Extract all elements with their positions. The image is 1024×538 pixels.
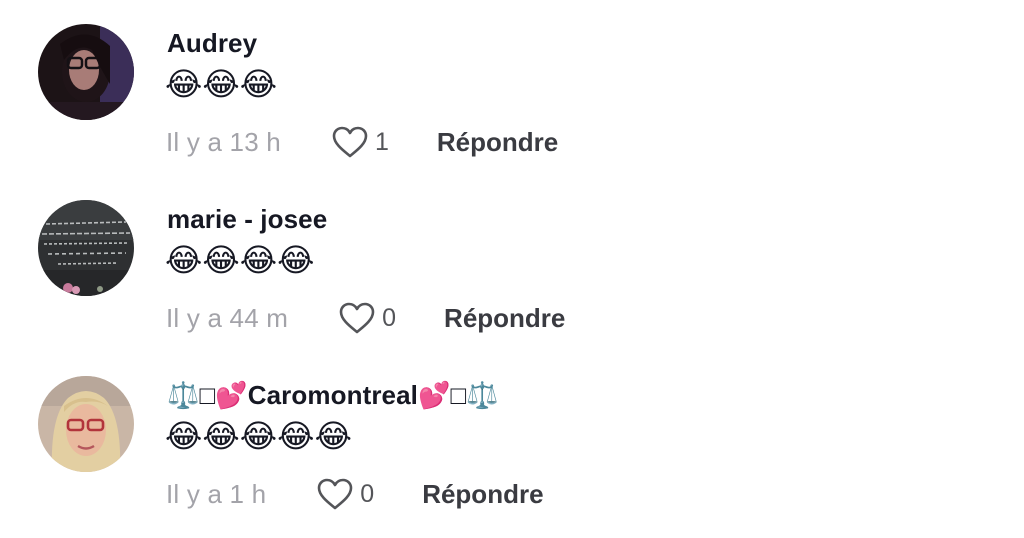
- heart-outline-icon: [317, 478, 353, 510]
- comment-timestamp: Il y a 1 h: [166, 478, 267, 509]
- reply-button[interactable]: Répondre: [444, 303, 565, 334]
- heart-outline-icon: [339, 302, 375, 334]
- avatar-image: [38, 376, 134, 472]
- like-button[interactable]: 1: [331, 125, 389, 159]
- comment-timestamp: Il y a 44 m: [166, 302, 289, 333]
- comment-username[interactable]: ⚖️□💕Caromontreal💕□⚖️: [167, 380, 499, 411]
- avatar[interactable]: [38, 200, 134, 296]
- comment-text: 😂😂😂: [165, 65, 278, 103]
- heart-outline-icon: [332, 126, 368, 158]
- avatar[interactable]: [38, 24, 134, 120]
- like-count: 0: [360, 479, 375, 508]
- comment-username[interactable]: marie - josee: [167, 204, 327, 235]
- like-count: 1: [374, 127, 389, 156]
- comment-meta: Il y a 13 h 1 Répondre: [166, 124, 558, 160]
- comment-item: ⚖️□💕Caromontreal💕□⚖️ 😂😂😂😂😂 Il y a 1 h 0 …: [0, 352, 1024, 528]
- like-button[interactable]: 0: [338, 301, 396, 335]
- avatar[interactable]: [38, 376, 134, 472]
- comment-item: marie - josee 😂😂😂😂 Il y a 44 m 0 Répondr…: [0, 176, 1024, 352]
- like-button[interactable]: 0: [316, 477, 374, 511]
- comment-meta: Il y a 1 h 0 Répondre: [166, 476, 544, 512]
- reply-button[interactable]: Répondre: [437, 127, 558, 158]
- avatar-image: [38, 200, 134, 296]
- avatar-image: [38, 24, 134, 120]
- comment-timestamp: Il y a 13 h: [166, 126, 281, 157]
- comment-text: 😂😂😂😂😂: [165, 417, 352, 455]
- comment-meta: Il y a 44 m 0 Répondre: [166, 300, 565, 336]
- comment-username[interactable]: Audrey: [167, 28, 257, 59]
- comment-text: 😂😂😂😂: [165, 241, 315, 279]
- comment-item: Audrey 😂😂😂 Il y a 13 h 1 Répondre: [0, 0, 1024, 176]
- reply-button[interactable]: Répondre: [422, 479, 543, 510]
- like-count: 0: [382, 303, 397, 332]
